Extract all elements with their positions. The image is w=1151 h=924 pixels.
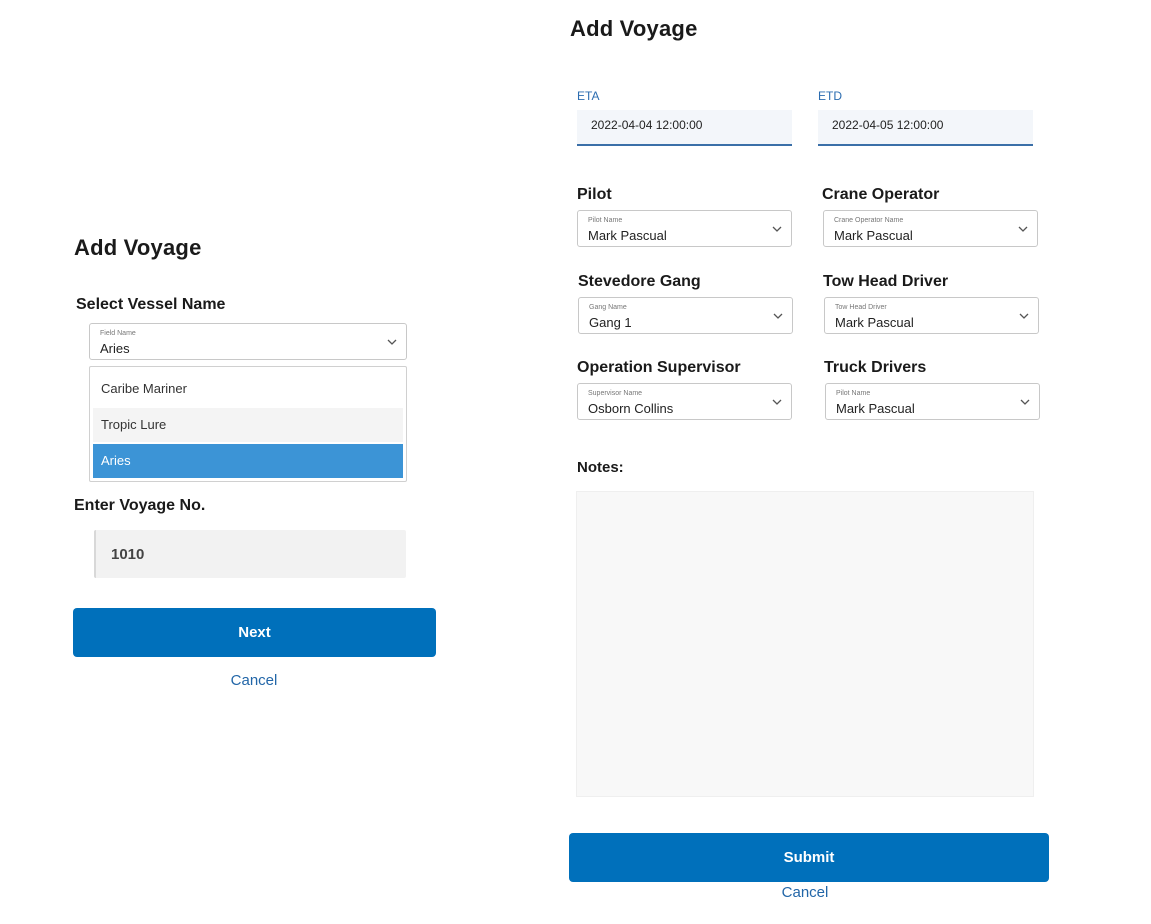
etd-field[interactable]: 2022-04-05 12:00:00 [818,110,1033,146]
voyage-number-value: 1010 [111,546,145,563]
chevron-down-icon [1020,399,1030,405]
truck-drivers-select-value: Mark Pascual [836,401,915,416]
etd-label: ETD [818,89,842,103]
truck-drivers-select-small-label: Pilot Name [836,390,871,397]
stevedore-gang-section-label: Stevedore Gang [578,273,701,290]
crane-operator-select-value: Mark Pascual [834,228,913,243]
vessel-select-value: Aries [100,341,130,356]
crane-operator-section-label: Crane Operator [822,186,940,203]
pilot-select-value: Mark Pascual [588,228,667,243]
vessel-option-tropic-lure[interactable]: Tropic Lure [93,408,403,442]
notes-textarea[interactable] [576,491,1034,797]
truck-drivers-section-label: Truck Drivers [824,359,927,376]
submit-button[interactable]: Submit [569,833,1049,882]
operation-supervisor-section-label: Operation Supervisor [577,359,741,376]
notes-label: Notes: [577,459,624,476]
vessel-option-label: Tropic Lure [101,417,167,432]
stevedore-gang-select[interactable]: Gang Name Gang 1 [578,297,793,334]
vessel-option-label: Aries [101,453,131,468]
cancel-link[interactable]: Cancel [204,672,304,689]
tow-head-driver-select-value: Mark Pascual [835,315,914,330]
operation-supervisor-select[interactable]: Supervisor Name Osborn Collins [577,383,792,420]
chevron-down-icon [772,226,782,232]
tow-head-driver-section-label: Tow Head Driver [823,273,949,290]
page-title: Add Voyage [74,235,202,260]
etd-value: 2022-04-05 12:00:00 [832,118,944,132]
pilot-section-label: Pilot [577,186,612,203]
eta-field[interactable]: 2022-04-04 12:00:00 [577,110,792,146]
pilot-select-small-label: Pilot Name [588,217,623,224]
voyage-number-label: Enter Voyage No. [74,497,206,514]
chevron-down-icon [1018,226,1028,232]
chevron-down-icon [387,339,397,345]
tow-head-driver-select[interactable]: Tow Head Driver Mark Pascual [824,297,1039,334]
vessel-option-label: Caribe Mariner [101,381,187,396]
vessel-option-aries[interactable]: Aries [93,444,403,478]
crane-operator-select[interactable]: Crane Operator Name Mark Pascual [823,210,1038,247]
next-button[interactable]: Next [73,608,436,657]
truck-drivers-select[interactable]: Pilot Name Mark Pascual [825,383,1040,420]
eta-value: 2022-04-04 12:00:00 [591,118,703,132]
tow-head-driver-select-small-label: Tow Head Driver [835,304,887,311]
chevron-down-icon [773,313,783,319]
operation-supervisor-select-small-label: Supervisor Name [588,390,643,397]
stevedore-gang-select-value: Gang 1 [589,315,632,330]
vessel-dropdown-list: Caribe Mariner Tropic Lure Aries [89,366,407,482]
page-title: Add Voyage [570,16,698,41]
vessel-section-label: Select Vessel Name [76,296,226,313]
chevron-down-icon [1019,313,1029,319]
cancel-link[interactable]: Cancel [755,884,855,901]
vessel-select-small-label: Field Name [100,330,136,337]
stevedore-gang-select-small-label: Gang Name [589,304,627,311]
vessel-select[interactable]: Field Name Aries [89,323,407,360]
operation-supervisor-select-value: Osborn Collins [588,401,674,416]
vessel-option-caribe-mariner[interactable]: Caribe Mariner [93,372,403,406]
crane-operator-select-small-label: Crane Operator Name [834,217,904,224]
chevron-down-icon [772,399,782,405]
voyage-number-input[interactable]: 1010 [94,530,406,578]
pilot-select[interactable]: Pilot Name Mark Pascual [577,210,792,247]
eta-label: ETA [577,89,600,103]
